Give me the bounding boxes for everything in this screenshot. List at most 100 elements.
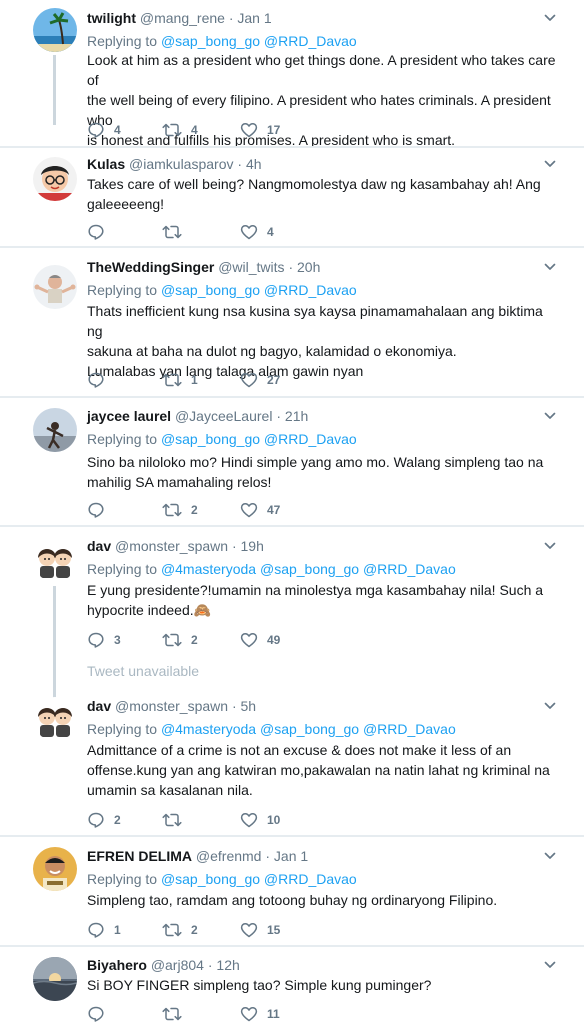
- mention-link[interactable]: @RRD_Davao: [363, 561, 456, 577]
- replying-to-label: Replying to: [87, 721, 158, 737]
- retweet-button[interactable]: 2: [162, 631, 198, 649]
- tweet-actions: 11: [87, 1005, 387, 1023]
- tweet-actions: 4: [87, 223, 387, 241]
- chevron-down-icon[interactable]: [543, 409, 557, 423]
- reply-button[interactable]: [87, 371, 114, 389]
- chevron-down-icon[interactable]: [543, 849, 557, 863]
- retweet-button[interactable]: 1: [162, 371, 198, 389]
- reply-button[interactable]: [87, 501, 114, 519]
- mention-link[interactable]: @RRD_Davao: [264, 431, 357, 447]
- avatar[interactable]: [33, 157, 77, 201]
- chevron-down-icon[interactable]: [543, 157, 557, 171]
- reply-button[interactable]: 1: [87, 921, 121, 939]
- reply-icon: [87, 811, 105, 829]
- avatar[interactable]: [33, 408, 77, 452]
- mention-link[interactable]: @sap_bong_go: [161, 431, 260, 447]
- reply-button[interactable]: [87, 1005, 114, 1023]
- mention-link[interactable]: @4masteryoda: [161, 721, 256, 737]
- tweet-header: Kulas @iamkulasparov · 4h: [87, 155, 262, 173]
- tweet-header: twilight @mang_rene · Jan 1: [87, 9, 272, 27]
- author-name[interactable]: Biyahero: [87, 957, 147, 973]
- tweet-actions: 2 47: [87, 501, 387, 519]
- like-button[interactable]: 27: [240, 371, 280, 389]
- tweet-divider: [0, 945, 584, 947]
- chevron-down-icon[interactable]: [543, 958, 557, 972]
- like-button[interactable]: 11: [240, 1005, 280, 1023]
- chevron-down-icon[interactable]: [543, 260, 557, 274]
- retweet-button[interactable]: [162, 223, 191, 241]
- timestamp[interactable]: 12h: [216, 957, 239, 973]
- reply-button[interactable]: 2: [87, 811, 121, 829]
- mention-link[interactable]: @RRD_Davao: [264, 33, 357, 49]
- tweet-text-line: Look at him as a president who get thing…: [87, 52, 556, 88]
- author-name[interactable]: dav: [87, 538, 111, 554]
- reply-icon: [87, 223, 105, 241]
- avatar[interactable]: [33, 265, 77, 309]
- author-handle[interactable]: @efrenmd: [196, 848, 262, 864]
- chevron-down-icon[interactable]: [543, 539, 557, 553]
- avatar[interactable]: [33, 697, 77, 741]
- reply-button[interactable]: [87, 223, 114, 241]
- retweet-button[interactable]: 2: [162, 501, 198, 519]
- like-button[interactable]: 4: [240, 223, 274, 241]
- mention-link[interactable]: @RRD_Davao: [264, 871, 357, 887]
- retweet-button[interactable]: 4: [162, 121, 198, 139]
- chevron-down-icon[interactable]: [543, 699, 557, 713]
- mention-link[interactable]: @RRD_Davao: [264, 282, 357, 298]
- like-button[interactable]: 15: [240, 921, 280, 939]
- mention-link[interactable]: @sap_bong_go: [260, 561, 359, 577]
- author-handle[interactable]: @arj804: [151, 957, 204, 973]
- tweet-divider: [0, 146, 584, 148]
- timestamp[interactable]: 5h: [241, 698, 257, 714]
- reply-icon: [87, 371, 105, 389]
- separator-dot: ·: [228, 10, 234, 26]
- timestamp[interactable]: Jan 1: [237, 10, 271, 26]
- mention-link[interactable]: @sap_bong_go: [260, 721, 359, 737]
- replying-to: Replying to @sap_bong_go @RRD_Davao: [87, 281, 357, 299]
- mention-link[interactable]: @sap_bong_go: [161, 33, 260, 49]
- avatar[interactable]: [33, 847, 77, 891]
- avatar[interactable]: [33, 8, 77, 52]
- timestamp[interactable]: 19h: [241, 538, 264, 554]
- avatar[interactable]: [33, 957, 77, 1001]
- author-handle[interactable]: @monster_spawn: [115, 698, 228, 714]
- mention-link[interactable]: @4masteryoda: [161, 561, 256, 577]
- author-name[interactable]: EFREN DELIMA: [87, 848, 192, 864]
- retweet-button[interactable]: 2: [162, 921, 198, 939]
- like-button[interactable]: 47: [240, 501, 280, 519]
- timestamp[interactable]: Jan 1: [274, 848, 308, 864]
- like-button[interactable]: 49: [240, 631, 280, 649]
- mention-link[interactable]: @RRD_Davao: [363, 721, 456, 737]
- chevron-down-icon[interactable]: [543, 11, 557, 25]
- timestamp[interactable]: 20h: [297, 259, 320, 275]
- author-name[interactable]: Kulas: [87, 156, 125, 172]
- like-button[interactable]: 17: [240, 121, 280, 139]
- tweet-text: E yung presidente?!umamin na minolestya …: [87, 580, 557, 620]
- author-handle[interactable]: @wil_twits: [218, 259, 284, 275]
- timestamp[interactable]: 21h: [285, 408, 308, 424]
- author-name[interactable]: jaycee laurel: [87, 408, 171, 424]
- tweet-text-line: galeeeeeng!: [87, 196, 165, 212]
- like-button[interactable]: 10: [240, 811, 280, 829]
- author-handle[interactable]: @monster_spawn: [115, 538, 228, 554]
- author-name[interactable]: TheWeddingSinger: [87, 259, 214, 275]
- mention-link[interactable]: @sap_bong_go: [161, 871, 260, 887]
- heart-icon: [240, 631, 258, 649]
- retweet-button[interactable]: [162, 811, 191, 829]
- reply-button[interactable]: 3: [87, 631, 121, 649]
- like-count: 47: [267, 503, 281, 517]
- retweet-icon: [162, 121, 182, 139]
- timestamp[interactable]: 4h: [246, 156, 262, 172]
- reply-button[interactable]: 4: [87, 121, 121, 139]
- author-handle[interactable]: @iamkulasparov: [129, 156, 233, 172]
- author-handle[interactable]: @JayceeLaurel: [175, 408, 273, 424]
- author-name[interactable]: twilight: [87, 10, 136, 26]
- author-name[interactable]: dav: [87, 698, 111, 714]
- author-handle[interactable]: @mang_rene: [140, 10, 225, 26]
- avatar[interactable]: [33, 538, 77, 582]
- retweet-button[interactable]: [162, 1005, 191, 1023]
- heart-icon: [240, 501, 258, 519]
- tweet-unavailable: Tweet unavailable: [87, 663, 200, 679]
- tweet-text-line: Takes care of well being? Nangmomolestya…: [87, 176, 541, 192]
- mention-link[interactable]: @sap_bong_go: [161, 282, 260, 298]
